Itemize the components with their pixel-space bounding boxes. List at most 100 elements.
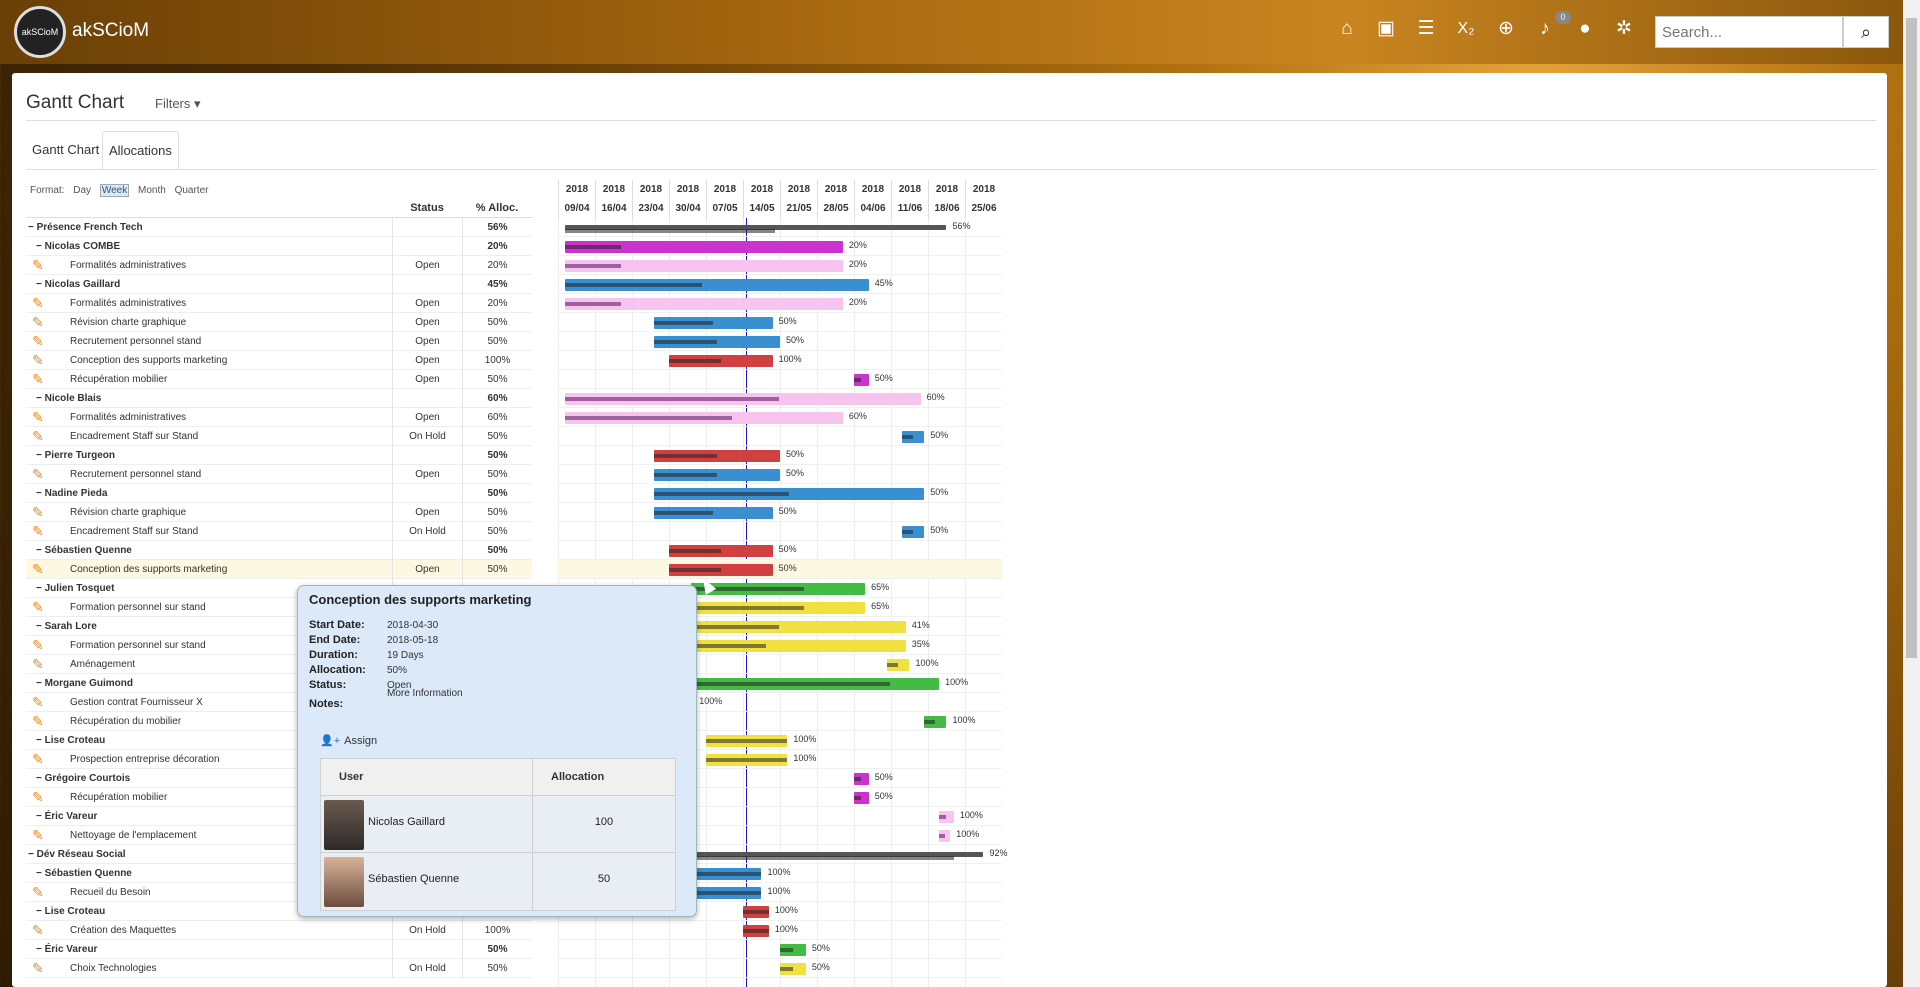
edit-icon[interactable]: ✎ [32, 923, 48, 937]
task-bar[interactable] [743, 925, 769, 937]
collapse-toggle[interactable]: − [26, 450, 45, 461]
edit-icon[interactable]: ✎ [32, 524, 48, 538]
edit-icon[interactable]: ✎ [32, 828, 48, 842]
table-row[interactable]: ✎ Formalités administratives Open 60% [26, 408, 532, 427]
filters-dropdown[interactable]: Filters ▾ [155, 96, 201, 112]
collapse-toggle[interactable]: − [26, 678, 45, 689]
table-row[interactable]: − Sébastien Quenne 50% [26, 541, 532, 560]
table-row[interactable]: ✎ Choix Technologies On Hold 50% [26, 959, 532, 978]
task-bar[interactable] [691, 583, 866, 595]
search-input[interactable] [1655, 16, 1843, 48]
task-bar[interactable] [565, 412, 843, 424]
bell-icon[interactable]: ♪ [1532, 16, 1558, 42]
task-bar[interactable] [780, 944, 806, 956]
task-bar[interactable] [691, 621, 906, 633]
tab-allocations[interactable]: Allocations [102, 131, 179, 169]
edit-icon[interactable]: ✎ [32, 258, 48, 272]
task-bar[interactable] [654, 336, 780, 348]
tooltip-field-value[interactable]: More Information [387, 688, 463, 699]
edit-icon[interactable]: ✎ [32, 562, 48, 576]
task-bar[interactable] [691, 640, 906, 652]
table-row[interactable]: ✎ Encadrement Staff sur Stand On Hold 50% [26, 427, 532, 446]
table-row[interactable]: ✎ Formalités administratives Open 20% [26, 256, 532, 275]
brand-name[interactable]: akSCioM [72, 20, 149, 42]
table-row[interactable]: − Pierre Turgeon 50% [26, 446, 532, 465]
edit-icon[interactable]: ✎ [32, 353, 48, 367]
summary-bar[interactable] [691, 852, 984, 860]
gear-icon[interactable]: ✲ [1611, 16, 1637, 42]
plus-circle-icon[interactable]: ⊕ [1493, 16, 1519, 42]
edit-icon[interactable]: ✎ [32, 714, 48, 728]
edit-icon[interactable]: ✎ [32, 600, 48, 614]
format-day[interactable]: Day [73, 185, 91, 196]
table-row[interactable]: ✎ Conception des supports marketing Open 10… [26, 351, 532, 370]
task-bar[interactable] [691, 868, 762, 880]
alloc-column-header[interactable]: % Alloc. [462, 199, 532, 218]
task-bar[interactable] [669, 545, 773, 557]
table-row[interactable]: ✎ Conception des supports marketing Open 50… [26, 560, 532, 579]
task-bar[interactable] [565, 298, 843, 310]
task-bar[interactable] [654, 450, 780, 462]
tasks-icon[interactable]: ☰ [1413, 16, 1439, 42]
collapse-toggle[interactable]: − [26, 621, 45, 632]
task-bar[interactable] [780, 963, 806, 975]
collapse-toggle[interactable]: − [26, 906, 45, 917]
task-bar[interactable] [887, 659, 910, 671]
collapse-toggle[interactable]: − [26, 811, 45, 822]
task-bar[interactable] [939, 830, 951, 842]
table-row[interactable]: ✎ Création des Maquettes On Hold 100% [26, 921, 532, 940]
edit-icon[interactable]: ✎ [32, 790, 48, 804]
app-logo[interactable]: akSCioM [14, 6, 66, 58]
edit-icon[interactable]: ✎ [32, 334, 48, 348]
collapse-toggle[interactable]: − [26, 488, 45, 499]
task-bar[interactable] [565, 393, 921, 405]
collapse-toggle[interactable]: − [26, 583, 45, 594]
format-month[interactable]: Month [138, 185, 166, 196]
table-row[interactable]: ✎ Recrutement personnel stand Open 50% [26, 465, 532, 484]
task-bar[interactable] [654, 469, 780, 481]
collapse-toggle[interactable]: − [26, 279, 45, 290]
briefcase-icon[interactable]: ▣ [1373, 16, 1399, 42]
collapse-toggle[interactable]: − [26, 944, 45, 955]
task-bar[interactable] [654, 507, 773, 519]
task-bar[interactable] [691, 602, 866, 614]
summary-bar[interactable] [565, 225, 947, 233]
task-bar[interactable] [669, 355, 773, 367]
search-button[interactable]: ⌕ [1843, 16, 1889, 48]
edit-icon[interactable]: ✎ [32, 315, 48, 329]
edit-icon[interactable]: ✎ [32, 695, 48, 709]
task-bar[interactable] [902, 431, 925, 443]
collapse-toggle[interactable]: − [26, 241, 45, 252]
edit-icon[interactable]: ✎ [32, 961, 48, 975]
table-row[interactable]: ✎ Recrutement personnel stand Open 50% [26, 332, 532, 351]
task-bar[interactable] [654, 317, 773, 329]
table-row[interactable]: ✎ Révision charte graphique Open 50% [26, 313, 532, 332]
table-row[interactable]: − Nicole Blais 60% [26, 389, 532, 408]
collapse-toggle[interactable]: − [26, 545, 45, 556]
task-bar[interactable] [565, 279, 869, 291]
collapse-toggle[interactable]: − [26, 849, 37, 860]
collapse-toggle[interactable]: − [26, 868, 45, 879]
table-row[interactable]: − Nicolas Gaillard 45% [26, 275, 532, 294]
edit-icon[interactable]: ✎ [32, 638, 48, 652]
task-bar[interactable] [854, 773, 869, 785]
task-bar[interactable] [902, 526, 925, 538]
task-bar[interactable] [854, 792, 869, 804]
task-bar[interactable] [565, 241, 843, 253]
task-bar[interactable] [565, 260, 843, 272]
table-row[interactable]: − Nicolas COMBE 20% [26, 237, 532, 256]
edit-icon[interactable]: ✎ [32, 657, 48, 671]
table-row[interactable]: − Nadine Pieda 50% [26, 484, 532, 503]
table-row[interactable]: − Présence French Tech 56% [26, 218, 532, 237]
edit-icon[interactable]: ✎ [32, 372, 48, 386]
user-icon[interactable]: ● [1572, 16, 1598, 42]
collapse-toggle[interactable]: − [26, 222, 37, 233]
table-row[interactable]: ✎ Récupération mobilier Open 50% [26, 370, 532, 389]
table-row[interactable]: − Éric Vareur 50% [26, 940, 532, 959]
home-icon[interactable]: ⌂ [1334, 16, 1360, 42]
edit-icon[interactable]: ✎ [32, 410, 48, 424]
task-bar[interactable] [706, 735, 788, 747]
subscript-icon[interactable]: X₂ [1453, 16, 1479, 42]
table-row[interactable]: ✎ Encadrement Staff sur Stand On Hold 50% [26, 522, 532, 541]
edit-icon[interactable]: ✎ [32, 296, 48, 310]
